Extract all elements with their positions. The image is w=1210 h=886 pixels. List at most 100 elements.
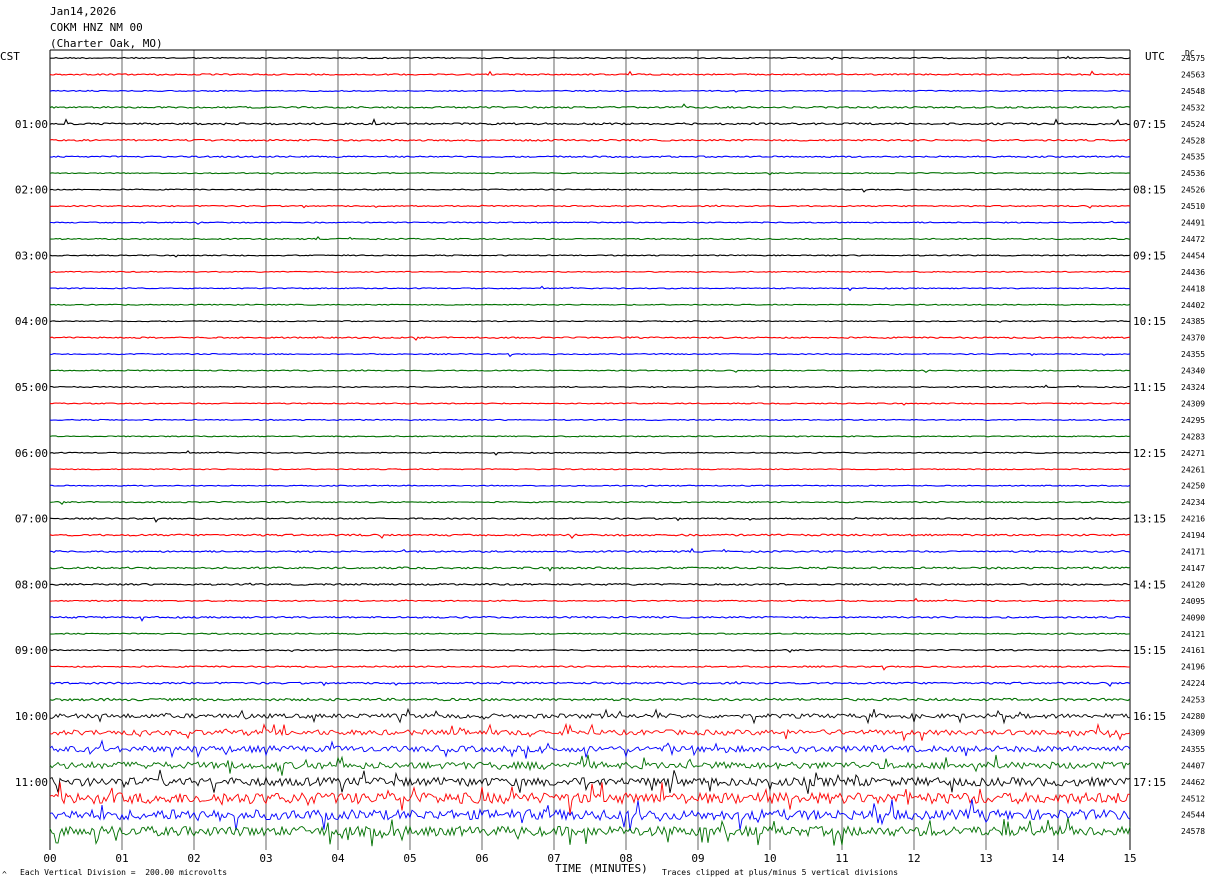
- seismic-trace: [49, 739, 1131, 759]
- dc-offset-label: 24234: [1181, 498, 1205, 507]
- seismic-trace: [49, 103, 1131, 109]
- seismic-trace: [49, 435, 1131, 438]
- dc-offset-label: 24402: [1181, 301, 1205, 310]
- dc-offset-label: 24512: [1181, 794, 1205, 803]
- seismic-trace: [49, 188, 1131, 193]
- seismic-trace: [49, 817, 1131, 847]
- seismic-trace: [49, 547, 1131, 553]
- dc-offset-label: 24253: [1181, 696, 1205, 705]
- x-tick-label: 14: [1051, 852, 1065, 865]
- dc-offset-label: 24436: [1181, 268, 1205, 277]
- dc-offset-label: 24095: [1181, 597, 1205, 606]
- seismic-trace: [49, 155, 1131, 159]
- left-time-label: 01:00: [15, 118, 48, 131]
- seismic-trace: [49, 566, 1131, 572]
- seismic-trace: [49, 89, 1131, 93]
- seismic-trace: [49, 303, 1131, 306]
- seismic-trace: [49, 254, 1131, 258]
- seismic-trace: [49, 597, 1131, 603]
- dc-offset-label: 24355: [1181, 350, 1205, 359]
- left-axis-title: CST: [0, 50, 20, 63]
- seismic-trace: [49, 516, 1131, 523]
- left-time-label: 05:00: [15, 381, 48, 394]
- dc-offset-label: 24280: [1181, 712, 1205, 721]
- x-tick-label: 00: [43, 852, 56, 865]
- seismic-trace: [50, 484, 1131, 488]
- dc-offset-label: 24510: [1181, 202, 1205, 211]
- seismic-trace: [49, 782, 1131, 815]
- seismic-trace: [49, 769, 1131, 794]
- dc-offset-label: 24462: [1181, 778, 1205, 787]
- dc-offset-label: 24532: [1181, 103, 1205, 112]
- station-location: (Charter Oak, MO): [50, 37, 163, 50]
- seismic-trace: [50, 236, 1131, 241]
- dc-offset-label: 24472: [1181, 235, 1205, 244]
- dc-offset-label: 24454: [1181, 251, 1205, 260]
- dc-offset-label: 24283: [1181, 432, 1205, 441]
- right-time-label: 10:15: [1133, 315, 1166, 328]
- seismic-trace: [49, 799, 1131, 831]
- seismic-trace: [49, 533, 1131, 540]
- seismic-trace: [49, 352, 1131, 358]
- x-tick-label: 13: [979, 852, 992, 865]
- dc-offset-label: 24528: [1181, 136, 1205, 145]
- dc-offset-label: 24309: [1181, 399, 1205, 408]
- right-time-label: 13:15: [1133, 513, 1166, 526]
- dc-offset-label: 24250: [1181, 482, 1205, 491]
- dc-offset-label: 24418: [1181, 284, 1205, 293]
- chart-header: Jan14,2026 COKM HNZ NM 00 (Charter Oak, …: [50, 4, 163, 52]
- seismic-trace: [49, 707, 1131, 725]
- seismic-trace: [49, 648, 1131, 653]
- seismic-trace: [49, 582, 1131, 586]
- left-time-label: 11:00: [15, 776, 48, 789]
- left-time-label: 04:00: [15, 315, 48, 328]
- dc-offset-label: 24147: [1181, 564, 1205, 573]
- x-tick-label: 06: [475, 852, 488, 865]
- dc-offset-label: 24120: [1181, 580, 1205, 589]
- right-time-label: 11:15: [1133, 381, 1166, 394]
- right-time-label: 09:15: [1133, 249, 1166, 262]
- left-time-label: 03:00: [15, 249, 48, 262]
- x-tick-label: 15: [1123, 852, 1136, 865]
- seismic-trace: [49, 615, 1131, 622]
- seismic-trace: [49, 118, 1131, 126]
- x-tick-label: 09: [691, 852, 704, 865]
- seismic-trace: [49, 204, 1131, 209]
- dc-offset-label: 24216: [1181, 515, 1205, 524]
- seismic-trace: [49, 754, 1131, 776]
- left-time-label: 02:00: [15, 184, 48, 197]
- x-tick-label: 01: [115, 852, 128, 865]
- left-time-label: 10:00: [15, 710, 48, 723]
- dc-offset-label: 24355: [1181, 745, 1205, 754]
- seismic-trace: [49, 172, 1131, 176]
- dc-offset-label: 24309: [1181, 728, 1205, 737]
- dc-offset-label: 24526: [1181, 186, 1205, 195]
- dc-offset-label: 24161: [1181, 646, 1205, 655]
- dc-offset-label: 24524: [1181, 120, 1205, 129]
- seismic-trace: [50, 220, 1131, 225]
- dc-offset-label: 24563: [1181, 70, 1205, 79]
- label-group: 00 01 02 03 04 05 06 07 08 09 10 11 12 13 14 1524575245…: [15, 54, 1205, 865]
- x-tick-label: 05: [403, 852, 416, 865]
- station-code: COKM HNZ NM 00: [50, 21, 143, 34]
- seismic-trace: [49, 270, 1131, 273]
- right-axis-title: UTC: [1145, 50, 1165, 63]
- dc-offset-label: 24407: [1181, 761, 1205, 770]
- dc-offset-label: 24171: [1181, 548, 1205, 557]
- seismic-trace: [49, 450, 1131, 456]
- right-time-label: 12:15: [1133, 447, 1166, 460]
- dc-offset-label: 24491: [1181, 219, 1205, 228]
- seismic-trace: [49, 138, 1130, 142]
- x-tick-label: 04: [331, 852, 345, 865]
- seismic-trace: [49, 369, 1131, 373]
- right-time-label: 17:15: [1133, 776, 1166, 789]
- dc-offset-label: 24578: [1181, 827, 1205, 836]
- seismic-trace: [49, 336, 1131, 341]
- dc-offset-label: 24548: [1181, 87, 1205, 96]
- dc-offset-label: 24090: [1181, 613, 1205, 622]
- seismic-trace: [50, 468, 1131, 471]
- chart-date: Jan14,2026: [50, 5, 117, 18]
- seismic-trace: [50, 55, 1131, 61]
- x-tick-label: 03: [259, 852, 272, 865]
- left-time-label: 08:00: [15, 578, 48, 591]
